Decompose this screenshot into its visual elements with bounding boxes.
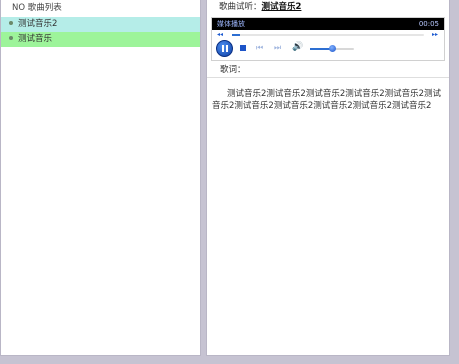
song-list-header: NO 歌曲列表 (12, 3, 62, 13)
pause-icon-bar (226, 45, 228, 52)
player-time: 00:05 (418, 20, 439, 28)
previous-track-button[interactable]: ⏮ (256, 43, 263, 53)
fast-forward-icon[interactable]: ▸▸ (432, 31, 438, 38)
pause-icon (222, 45, 224, 52)
song-preview-panel: 歌曲试听：测试音乐2 媒体播放 00:05 ◂◂ ▸▸ ⏮ ⏭ 🔊 歌词： 测试… (206, 0, 450, 356)
bullet-icon (9, 20, 13, 25)
lyrics-text: 测试音乐2测试音乐2测试音乐2测试音乐2测试音乐2测试音乐2测试音乐2测试音乐2… (212, 89, 442, 111)
listen-label: 歌曲试听： (219, 2, 262, 12)
player-status-label: 媒体播放 (217, 20, 245, 28)
listen-header: 歌曲试听：测试音乐2 (207, 0, 449, 15)
song-list-item[interactable]: 测试音乐2 (1, 17, 200, 32)
stop-button[interactable] (240, 45, 246, 51)
current-song-title[interactable]: 测试音乐2 (262, 2, 302, 12)
player-controls: ⏮ ⏭ 🔊 (212, 39, 444, 59)
song-list-panel: NO 歌曲列表 测试音乐2 测试音乐 (0, 0, 201, 356)
bullet-icon (9, 35, 13, 40)
media-player: 媒体播放 00:05 ◂◂ ▸▸ ⏮ ⏭ 🔊 (211, 17, 445, 61)
seek-row: ◂◂ ▸▸ (212, 30, 444, 39)
rewind-icon[interactable]: ◂◂ (217, 31, 223, 38)
player-status-bar: 媒体播放 00:05 (212, 18, 444, 30)
seek-progress-fill (232, 34, 240, 36)
volume-slider[interactable] (310, 45, 354, 52)
volume-icon[interactable]: 🔊 (292, 42, 303, 52)
seek-bar[interactable] (232, 34, 424, 36)
pause-button[interactable] (216, 40, 233, 57)
song-list-item[interactable]: 测试音乐 (1, 32, 200, 47)
volume-slider-handle[interactable] (329, 45, 336, 52)
lyrics-header: 歌词： (207, 63, 449, 78)
song-title: 测试音乐 (18, 34, 53, 44)
next-track-button[interactable]: ⏭ (274, 43, 281, 53)
song-title: 测试音乐2 (18, 19, 58, 29)
